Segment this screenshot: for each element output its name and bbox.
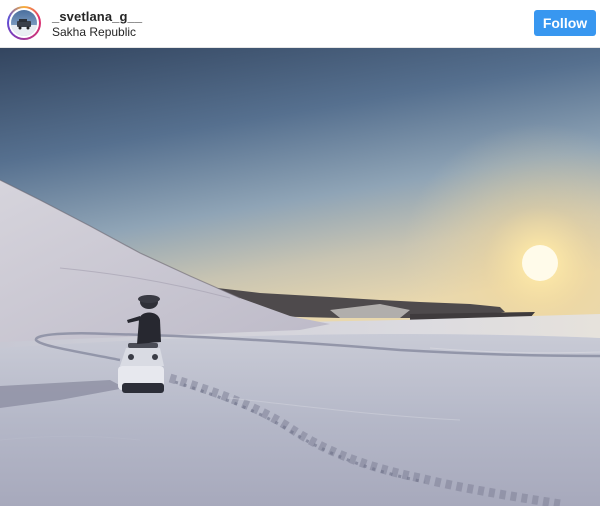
username-link[interactable]: _svetlana_g__ <box>52 9 142 24</box>
post-photo[interactable] <box>0 48 600 506</box>
avatar[interactable] <box>7 6 41 40</box>
avatar-ring <box>9 8 39 38</box>
snowmobile-landscape-photo <box>0 48 600 506</box>
instagram-post: _svetlana_g__ Sakha Republic Follow <box>0 0 600 506</box>
follow-button[interactable]: Follow <box>534 10 596 36</box>
avatar-image <box>11 10 37 36</box>
location-link[interactable]: Sakha Republic <box>52 25 136 39</box>
avatar-photo <box>11 10 37 36</box>
post-header: _svetlana_g__ Sakha Republic Follow <box>0 0 600 48</box>
